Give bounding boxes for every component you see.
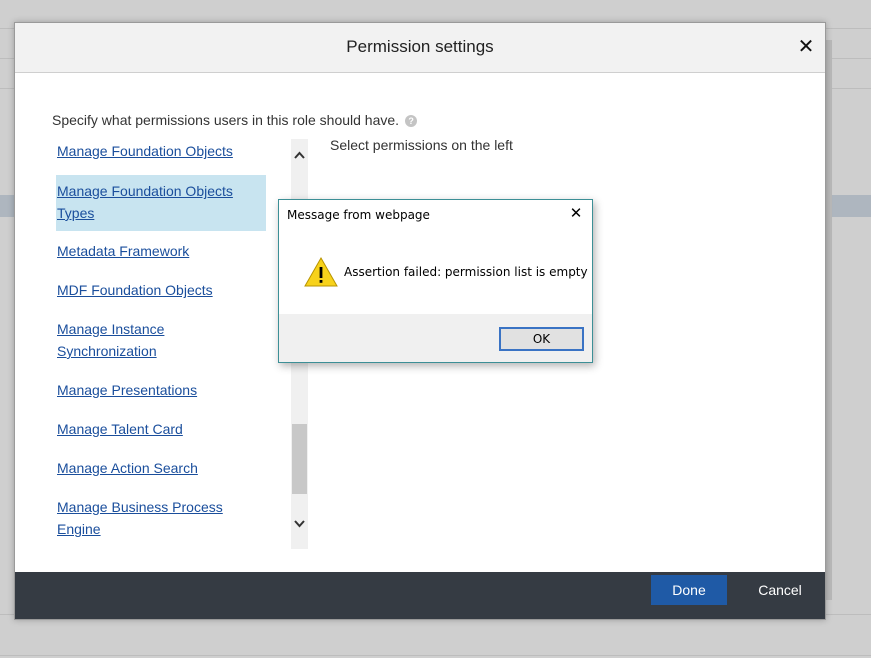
dialog-close-icon[interactable]: ✕ — [568, 205, 584, 221]
background-divider — [0, 655, 871, 656]
help-icon[interactable]: ? — [405, 115, 418, 127]
modal-footer: Done Cancel — [15, 572, 825, 619]
dialog-title: Message from webpage — [287, 208, 430, 222]
background-panel — [826, 40, 832, 600]
done-button[interactable]: Done — [651, 575, 727, 605]
permission-item-manage-talent-card[interactable]: Manage Talent Card — [56, 418, 266, 440]
warning-icon — [304, 256, 338, 287]
permission-item-manage-instance-synchronization[interactable]: Manage Instance Synchronization — [56, 318, 206, 362]
chevron-up-icon[interactable] — [291, 149, 308, 166]
dialog-message: Assertion failed: permission list is emp… — [344, 265, 588, 279]
permission-item-manage-action-search[interactable]: Manage Action Search — [56, 457, 266, 479]
modal-title: Permission settings — [346, 37, 494, 56]
dialog-footer: OK — [279, 314, 592, 362]
permission-list: Manage Foundation Objects Manage Foundat… — [56, 139, 268, 549]
instruction-text: Specify what permissions users in this r… — [52, 112, 418, 128]
instruction-label: Specify what permissions users in this r… — [52, 112, 400, 128]
message-dialog: Message from webpage ✕ Assertion failed:… — [278, 199, 593, 363]
scrollbar-thumb[interactable] — [292, 424, 307, 494]
close-icon[interactable]: ✕ — [795, 35, 817, 57]
permission-item-manage-business-process-engine[interactable]: Manage Business Process Engine — [56, 496, 236, 540]
cancel-button[interactable]: Cancel — [745, 575, 815, 605]
permission-item-manage-foundation-objects[interactable]: Manage Foundation Objects — [56, 140, 266, 162]
modal-header: Permission settings ✕ — [15, 23, 825, 73]
permission-item-metadata-framework[interactable]: Metadata Framework — [56, 240, 266, 262]
permission-item-mdf-foundation-objects[interactable]: MDF Foundation Objects — [56, 279, 266, 301]
permission-item-manage-presentations[interactable]: Manage Presentations — [56, 379, 266, 401]
chevron-down-icon[interactable] — [291, 517, 308, 534]
ok-button[interactable]: OK — [499, 327, 584, 351]
select-permissions-hint: Select permissions on the left — [330, 137, 513, 153]
permission-item-manage-foundation-objects-types[interactable]: Manage Foundation Objects Types — [56, 175, 266, 231]
